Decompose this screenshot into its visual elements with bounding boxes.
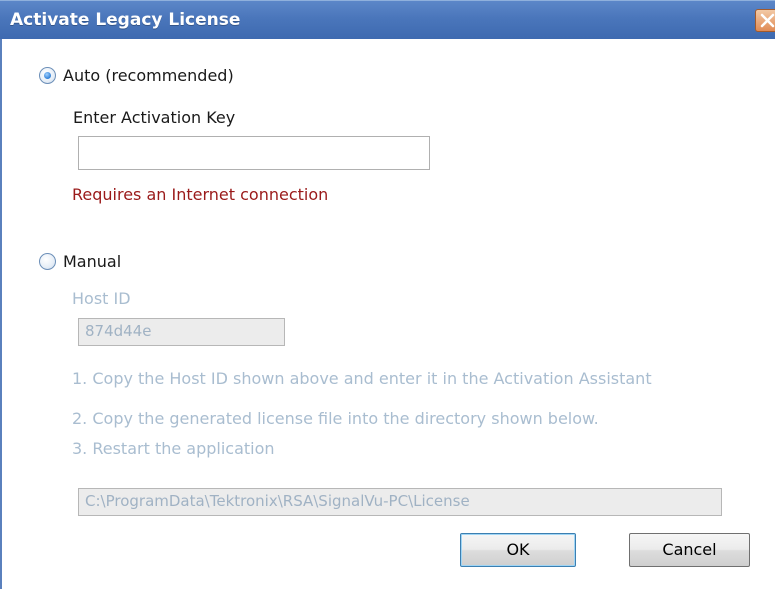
license-path-field: C:\ProgramData\Tektronix\RSA\SignalVu-PC… [78,488,722,516]
close-icon [760,13,775,28]
ok-button[interactable]: OK [460,533,576,567]
instruction-step-2: 2. Copy the generated license file into … [72,409,599,428]
host-id-field: 874d44e [78,318,285,346]
manual-radio[interactable] [39,253,56,270]
window-title: Activate Legacy License [10,10,241,30]
close-button[interactable] [755,9,775,32]
window-left-border [0,39,2,589]
manual-radio-label[interactable]: Manual [63,252,121,271]
title-bar: Activate Legacy License [0,0,775,39]
auto-radio-label[interactable]: Auto (recommended) [63,66,234,85]
instruction-step-3: 3. Restart the application [72,439,275,458]
auto-radio[interactable] [39,67,56,84]
internet-warning: Requires an Internet connection [72,185,329,204]
activation-key-label: Enter Activation Key [73,108,236,127]
instruction-step-1: 1. Copy the Host ID shown above and ente… [72,369,652,388]
activation-key-input[interactable] [78,136,430,170]
cancel-button[interactable]: Cancel [629,533,750,567]
radio-selected-dot [44,72,51,79]
host-id-label: Host ID [72,289,131,308]
